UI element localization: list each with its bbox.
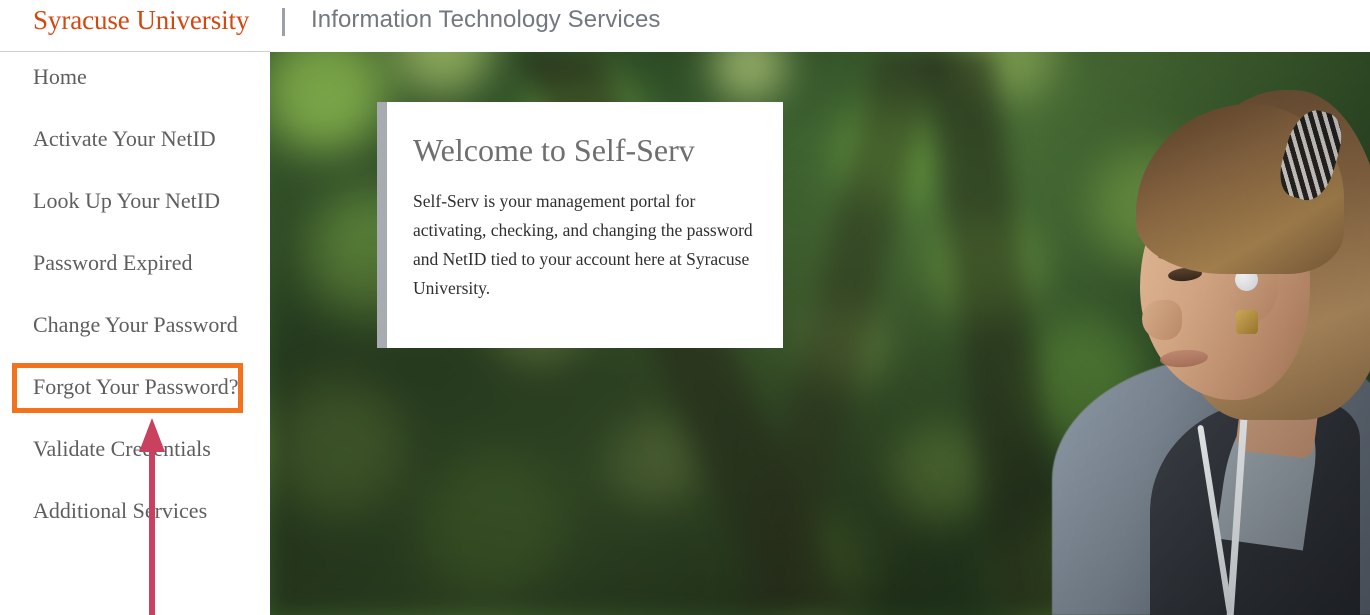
hero-image: Welcome to Self-Serv Self-Serv is your m… xyxy=(270,52,1370,615)
sidebar-item-home[interactable]: Home xyxy=(33,66,87,88)
site-header: Syracuse University Information Technolo… xyxy=(0,0,1370,52)
sidebar-item-additional-services[interactable]: Additional Services xyxy=(33,500,207,522)
sidebar-item-forgot-your-password[interactable]: Forgot Your Password? xyxy=(33,376,239,398)
welcome-card-content: Welcome to Self-Serv Self-Serv is your m… xyxy=(387,102,783,348)
sidebar-item-look-up-your-netid[interactable]: Look Up Your NetID xyxy=(33,190,220,212)
pointer-arrow-annotation xyxy=(139,418,165,615)
department-title: Information Technology Services xyxy=(311,6,661,33)
sidebar-item-validate-credentials[interactable]: Validate Credentials xyxy=(33,438,211,460)
welcome-card: Welcome to Self-Serv Self-Serv is your m… xyxy=(377,102,783,348)
header-separator-bar xyxy=(282,8,285,36)
welcome-card-accent-bar xyxy=(377,102,387,348)
sidebar-item-change-your-password[interactable]: Change Your Password xyxy=(33,314,238,336)
syracuse-university-logo[interactable]: Syracuse University xyxy=(33,5,249,36)
self-serv-page: Syracuse University Information Technolo… xyxy=(0,0,1370,615)
sidebar-item-password-expired[interactable]: Password Expired xyxy=(33,252,192,274)
welcome-card-body: Self-Serv is your management portal for … xyxy=(413,191,753,299)
sidebar-nav: Home Activate Your NetID Look Up Your Ne… xyxy=(0,52,270,615)
sidebar-item-activate-your-netid[interactable]: Activate Your NetID xyxy=(33,128,216,150)
welcome-card-title: Welcome to Self-Serv xyxy=(413,132,695,168)
